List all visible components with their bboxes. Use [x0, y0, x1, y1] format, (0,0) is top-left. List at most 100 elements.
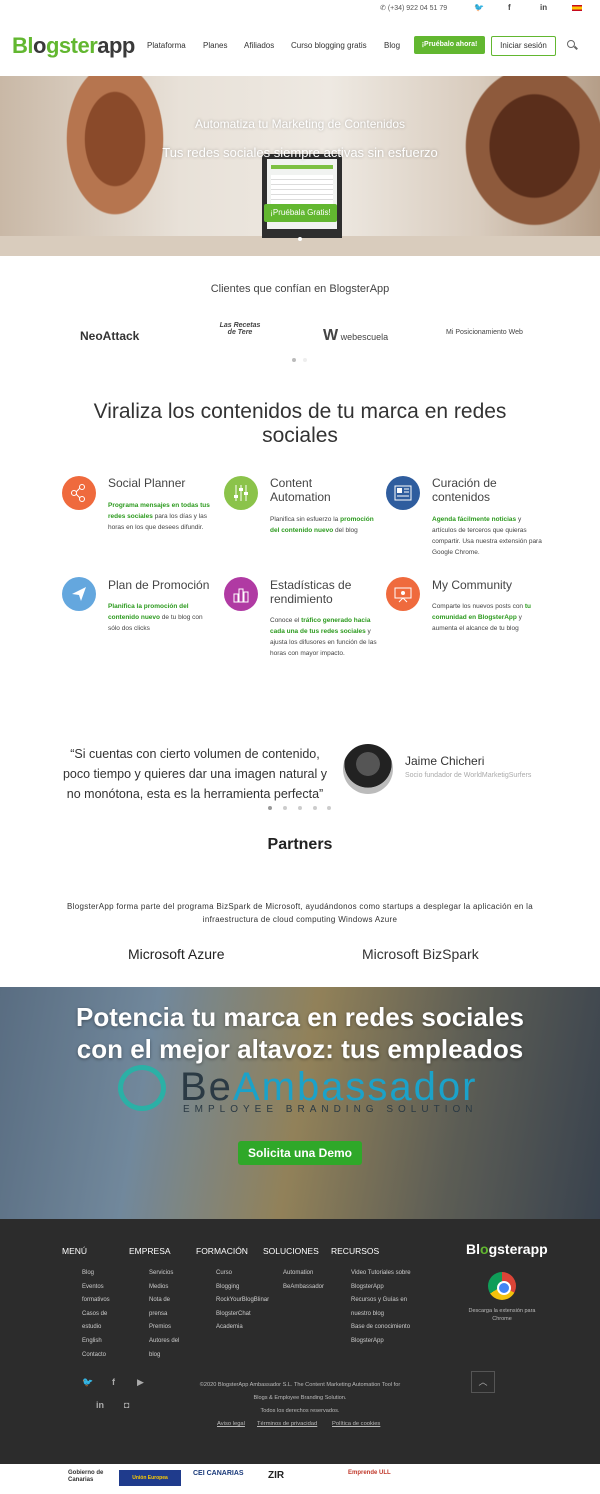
footer-link[interactable]: prensa: [149, 1308, 179, 1322]
footer-copyright: ©2020 BlogsterApp Ambassador S.L. The Co…: [150, 1379, 450, 1418]
hero-person-right: [430, 76, 600, 256]
microsoft-azure-logo: Microsoft Azure: [128, 946, 225, 962]
footer-col-empresa: Servicios Medios Nota de prensa Premios Autor…: [149, 1267, 179, 1362]
chrome-icon[interactable]: [488, 1272, 516, 1300]
cookies-link[interactable]: Política de cookies: [332, 1421, 380, 1427]
nav-afiliados[interactable]: Afiliados: [244, 41, 274, 50]
testimonial-dot-5[interactable]: [327, 806, 331, 810]
brand-part: Be: [180, 1065, 233, 1109]
feature-text: Conoce el: [270, 617, 302, 624]
footer-link[interactable]: Medios: [149, 1281, 179, 1295]
footer-col-formacion: Curso Blogging RockYourBlogBlinar BlogsterC…: [216, 1267, 269, 1335]
footer-link[interactable]: estudio: [82, 1321, 110, 1335]
footer-link[interactable]: Base de conocimiento: [351, 1321, 411, 1335]
facebook-icon[interactable]: f: [508, 3, 511, 12]
logo-part: app: [97, 33, 135, 58]
client-logo-neoattack: NeoAttack: [80, 329, 140, 343]
hero-try-button[interactable]: ¡Pruébala Gratis!: [264, 204, 337, 222]
nav-plataforma[interactable]: Plataforma: [147, 41, 186, 50]
footer-head-soluciones: SOLUCIONES: [263, 1246, 319, 1256]
microsoft-bizspark-logo: Microsoft BizSpark: [362, 946, 479, 962]
partners-text: BlogsterApp forma parte del programa Biz…: [66, 902, 533, 924]
logo-part: gster: [45, 33, 98, 58]
footer-link[interactable]: Nota de: [149, 1294, 179, 1308]
request-demo-button[interactable]: Solicita una Demo: [238, 1141, 362, 1165]
footer-link[interactable]: BlogsterApp: [351, 1281, 411, 1295]
logo[interactable]: Blogsterapp: [12, 33, 135, 59]
logo-part: o: [33, 33, 46, 58]
footer-link[interactable]: Autores del: [149, 1335, 179, 1349]
feature-desc-curacion: Agenda fácilmente noticias y artículos d…: [432, 514, 542, 558]
footer-link[interactable]: Video Tutoriales sobre: [351, 1267, 411, 1281]
hero-title: Automatiza tu Marketing de Contenidos: [194, 117, 406, 131]
twitter-icon[interactable]: 🐦: [82, 1377, 93, 1388]
client-logo-mpw: Mi Posicionamiento Web: [446, 329, 523, 336]
clients-dot-1[interactable]: [292, 358, 296, 362]
search-icon[interactable]: [567, 40, 575, 48]
hero-banner: Automatiza tu Marketing de Contenidos Tu…: [0, 76, 600, 256]
copy-line: ©2020 BlogsterApp Ambassador S.L. The Co…: [199, 1382, 401, 1388]
testimonial-quote: “Si cuentas con cierto volumen de conten…: [62, 747, 328, 801]
paper-plane-icon: [62, 577, 96, 611]
footer-link[interactable]: blog: [149, 1349, 179, 1363]
bar-chart-icon: [224, 577, 258, 611]
footer-link[interactable]: Automation: [283, 1267, 324, 1281]
footer-head-recursos: RECURSOS: [331, 1246, 380, 1256]
facebook-icon[interactable]: f: [112, 1377, 115, 1387]
footer-col-recursos: Video Tutoriales sobre BlogsterApp Recurso…: [351, 1267, 411, 1349]
nav-blog[interactable]: Blog: [384, 41, 400, 50]
footer-link[interactable]: Casos de: [82, 1308, 110, 1322]
nav-curso[interactable]: Curso blogging gratis: [291, 41, 367, 50]
footer-link[interactable]: Blog: [82, 1267, 110, 1281]
phone-number[interactable]: ✆ (+34) 922 04 51 79: [380, 4, 447, 12]
feature-text: del blog: [333, 527, 358, 534]
scroll-top-chevron-icon[interactable]: ︿: [471, 1371, 495, 1393]
footer-link[interactable]: English: [82, 1335, 110, 1349]
footer-link[interactable]: Eventos: [82, 1281, 110, 1295]
twitter-icon[interactable]: 🐦: [474, 3, 484, 12]
webescuela-mark: W: [323, 327, 339, 344]
footer-link[interactable]: Contacto: [82, 1349, 110, 1363]
legal-link[interactable]: Aviso legal: [217, 1421, 245, 1427]
footer-link[interactable]: BlogsterApp: [351, 1335, 411, 1349]
footer-link[interactable]: RockYourBlogBlinar: [216, 1294, 269, 1308]
feature-title-plan-promocion: Plan de Promoción: [108, 578, 210, 592]
chat-smile-icon: [118, 1065, 166, 1111]
footer-link[interactable]: Recursos y Guías en: [351, 1294, 411, 1308]
chrome-extension-text[interactable]: Descarga la extensión para Chrome: [468, 1307, 536, 1323]
feature-desc-content-automation: Planifica sin esfuerzo la promoción del …: [270, 514, 378, 536]
phone-text[interactable]: (+34) 922 04 51 79: [388, 5, 447, 12]
sponsor-cei-canarias: CEI CANARIAS: [193, 1470, 244, 1477]
footer-link[interactable]: Blogging: [216, 1281, 269, 1295]
footer-link[interactable]: Premios: [149, 1321, 179, 1335]
footer-link[interactable]: formativos: [82, 1294, 110, 1308]
footer-logo[interactable]: Blogsterapp: [466, 1241, 548, 1257]
clients-dot-2[interactable]: [303, 358, 307, 362]
footer-link[interactable]: Curso: [216, 1267, 269, 1281]
logo-part: Bl: [466, 1241, 480, 1257]
testimonial-dot-4[interactable]: [313, 806, 317, 810]
spain-flag-icon[interactable]: [572, 5, 582, 11]
linkedin-icon[interactable]: in: [96, 1400, 104, 1410]
hero-dot-active[interactable]: [298, 237, 302, 241]
ambassador-tagline: EMPLOYEE BRANDING SOLUTION: [183, 1104, 478, 1115]
linkedin-icon[interactable]: in: [540, 3, 547, 12]
sponsor-gobierno-canarias: Gobierno de Canarias: [68, 1470, 104, 1483]
footer-link[interactable]: BeAmbassador: [283, 1281, 324, 1295]
footer-link[interactable]: Academia: [216, 1321, 269, 1335]
nav-planes[interactable]: Planes: [203, 41, 227, 50]
testimonial-dot-3[interactable]: [298, 806, 302, 810]
try-now-button[interactable]: ¡Pruébalo ahora!: [414, 36, 485, 54]
testimonial-dot-2[interactable]: [283, 806, 287, 810]
community-icon: [386, 577, 420, 611]
client-logo-recetas: Las Recetas de Tere: [219, 322, 261, 336]
privacy-link[interactable]: Términos de privacidad: [257, 1421, 317, 1427]
footer-link[interactable]: Servicios: [149, 1267, 179, 1281]
login-button[interactable]: Iniciar sesión: [491, 36, 556, 56]
share-icon: [62, 476, 96, 510]
testimonial-dot-1[interactable]: [268, 806, 272, 810]
youtube-icon[interactable]: ▶: [137, 1377, 144, 1388]
footer-link[interactable]: nuestro blog: [351, 1308, 411, 1322]
footer-link[interactable]: BlogsterChat: [216, 1308, 269, 1322]
instagram-icon[interactable]: ◘: [124, 1400, 129, 1410]
